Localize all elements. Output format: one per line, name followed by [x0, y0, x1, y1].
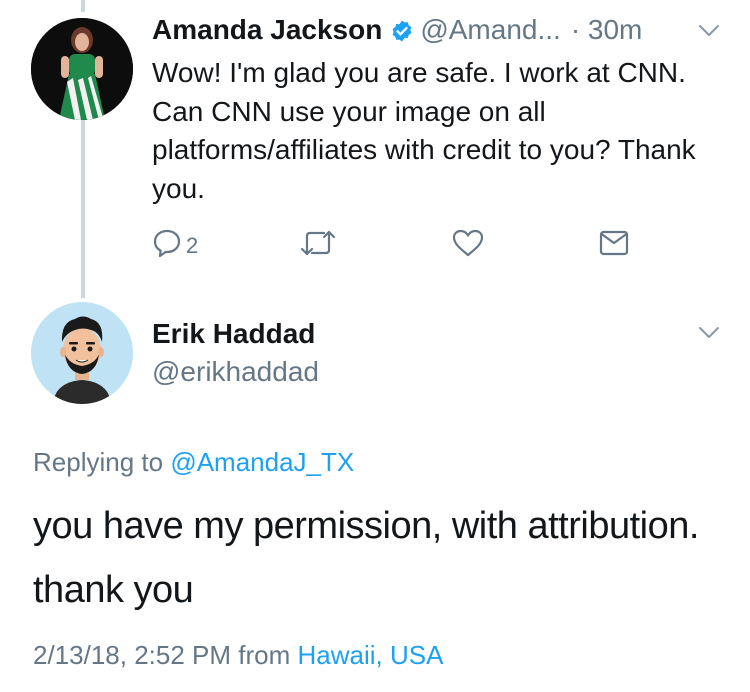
- thread-line-top: [81, 0, 85, 12]
- avatar-erik-image: [31, 302, 133, 404]
- avatar-amanda-image: [31, 18, 133, 120]
- retweet-button[interactable]: [300, 228, 336, 264]
- message-button[interactable]: [598, 228, 630, 264]
- tweet1-header: Amanda Jackson @Amand... · 30m: [152, 14, 742, 54]
- avatar-amanda[interactable]: [31, 18, 133, 120]
- like-button[interactable]: [451, 228, 485, 264]
- chevron-down-icon[interactable]: [698, 24, 720, 43]
- tweet1-author-handle[interactable]: @Amand...: [420, 14, 560, 45]
- replying-to: Replying to @AmandaJ_TX: [33, 447, 354, 478]
- like-icon: [451, 228, 485, 264]
- tweet1-actions: 2: [0, 228, 750, 262]
- retweet-icon: [300, 228, 336, 264]
- tweet2-timestamp[interactable]: 2/13/18, 2:52 PM from: [33, 640, 290, 670]
- tweet1-time[interactable]: · 30m: [571, 14, 643, 45]
- reply-button[interactable]: 2: [152, 228, 198, 264]
- tweet1-text: Wow! I'm glad you are safe. I work at CN…: [152, 57, 696, 204]
- replying-to-mention[interactable]: @AmandaJ_TX: [170, 447, 354, 477]
- tweet2-author-name[interactable]: Erik Haddad: [152, 318, 315, 350]
- message-icon: [598, 228, 630, 264]
- chevron-down-icon[interactable]: [698, 326, 720, 345]
- thread-line: [81, 120, 85, 298]
- reply-icon: [152, 228, 182, 264]
- tweet2-text: you have my permission, with attribution…: [33, 505, 699, 611]
- tweet2-author-handle[interactable]: @erikhaddad: [152, 356, 319, 388]
- replying-to-prefix: Replying to: [33, 447, 164, 477]
- avatar-erik[interactable]: [31, 302, 133, 404]
- reply-count: 2: [186, 233, 199, 258]
- tweet1-author-name[interactable]: Amanda Jackson: [152, 14, 382, 45]
- tweet2-location[interactable]: Hawaii, USA: [297, 640, 443, 670]
- verified-badge-icon: [390, 19, 414, 48]
- tweet2-meta: 2/13/18, 2:52 PM from Hawaii, USA: [33, 640, 443, 671]
